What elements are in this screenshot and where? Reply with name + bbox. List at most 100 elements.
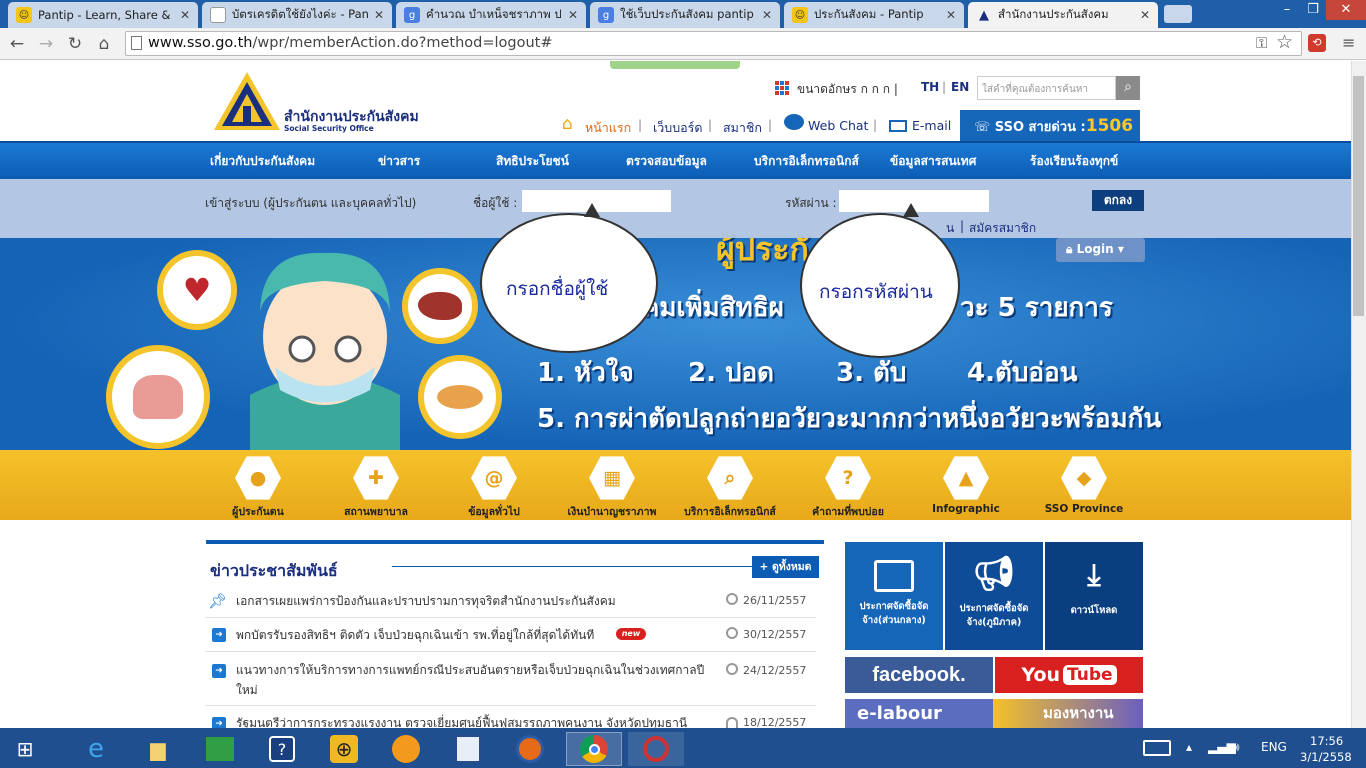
nav-benefits[interactable]: สิทธิประโยชน์ [496,152,569,171]
search-icon[interactable]: ⌕ [1116,76,1140,100]
extension-icon[interactable]: ⟲ [1308,34,1326,52]
close-tab-icon[interactable]: ✕ [1140,8,1150,22]
tile-procurement-central[interactable]: ประกาศจัดซื้อจัดจ้าง(ส่วนกลาง) [845,542,943,650]
browser-tab[interactable]: g ใช้เว็บประกันสังคม pantip - คั ✕ [590,2,780,28]
chevron-up-icon[interactable]: ▴ [1186,740,1192,754]
page-info-icon[interactable] [131,36,142,50]
sso-logo[interactable] [212,70,282,132]
forward-arrow-icon[interactable]: → [36,34,56,54]
member-link[interactable]: สมาชิก [723,118,762,138]
home-icon[interactable]: ⌂ [94,34,114,54]
youtube-banner[interactable]: You Tube [995,657,1143,693]
help-icon[interactable]: ? [262,732,302,766]
reload-icon[interactable]: ↻ [65,34,85,54]
document-app-icon[interactable] [448,732,488,766]
internet-explorer-icon[interactable]: e [76,732,116,766]
nav-check-data[interactable]: ตรวจสอบข้อมูล [626,152,707,171]
nav-e-services[interactable]: บริการอิเล็กทรอนิกส์ [754,152,859,171]
quick-link-pension[interactable]: เงินบำนาญชราภาพ [552,503,672,520]
chrome-icon[interactable] [566,732,622,766]
e-labour-banner[interactable]: e-labour [845,699,993,728]
login-dropdown[interactable]: 🔒︎ Login ▾ [1056,238,1145,262]
font-size-control[interactable]: ขนาดอักษร ก ก ก | [797,80,898,99]
url-text[interactable]: www.sso.go.th/wpr/memberAction.do?method… [148,35,553,51]
chat-bubble-icon [784,114,804,130]
volume-icon[interactable]: 🔊︎ [1232,740,1240,755]
username-label: ชื่อผู้ใช้ : [473,196,518,210]
register-link[interactable]: สมัครสมาชิก [969,219,1036,238]
close-tab-icon[interactable]: ✕ [374,8,384,22]
news-item-link[interactable]: แนวทางการให้บริการทางการแพทย์กรณีประสบอั… [236,660,716,700]
pantip-smiley-icon: ☺ [792,7,808,23]
close-tab-icon[interactable]: ✕ [762,8,772,22]
file-explorer-icon[interactable]: ▆ [138,732,178,766]
megaphone-icon: 📢︎ [972,554,1016,594]
orange-app-icon[interactable] [386,732,426,766]
firefox-icon[interactable] [510,732,550,766]
restore-icon[interactable]: ❐ [1300,0,1326,20]
quick-link-e-services[interactable]: บริการอิเล็กทรอนิกส์ [670,503,790,520]
home-link[interactable]: หน้าแรก [585,118,631,138]
password-label: รหัสผ่าน : [785,196,837,210]
scrollbar-thumb[interactable] [1353,76,1364,316]
bookmark-star-icon[interactable]: ☆ [1276,31,1293,53]
forgot-password-link[interactable]: น [946,219,954,238]
nav-news[interactable]: ข่าวสาร [378,152,420,171]
font-size-icon [775,81,789,95]
nav-about[interactable]: เกี่ยวกับประกันสังคม [210,152,315,171]
browser-tab[interactable]: บัตรเครดิตใช้ยังไงค่ะ - Pantip ✕ [202,2,392,28]
facebook-banner[interactable]: facebook. [845,657,993,693]
snipping-tool-icon[interactable] [628,732,684,766]
job-search-banner[interactable]: มองหางาน [993,699,1143,728]
id-card-icon [874,560,914,592]
minimize-icon[interactable]: – [1274,0,1300,20]
quick-link-insured[interactable]: ผู้ประกันตน [198,503,318,520]
clock-time[interactable]: 17:56 [1310,734,1343,748]
input-language[interactable]: ENG [1261,740,1287,754]
keyboard-icon[interactable] [1143,740,1171,756]
close-tab-icon[interactable]: ✕ [946,8,956,22]
tile-download[interactable]: ⤓ ดาวน์โหลด [1045,542,1143,650]
email-link[interactable]: E-mail [912,118,951,133]
banner-line-3: 5. การผ่าตัดปลูกถ่ายอวัยวะมากกว่าหนึ่งอว… [537,404,1162,434]
heart-illustration: ♥ [157,250,237,330]
quick-link-hospital[interactable]: สถานพยาบาล [316,503,436,520]
nav-information[interactable]: ข้อมูลสารสนเทศ [890,152,976,171]
news-view-all-button[interactable]: + ดูทั้งหมด [752,556,819,578]
clock-date[interactable]: 3/1/2558 [1300,750,1352,764]
windows-start-icon[interactable]: ⊞ [5,732,45,766]
close-window-icon[interactable]: ✕ [1326,0,1366,20]
globe-app-icon[interactable]: ⊕ [324,732,364,766]
search-input[interactable]: ใส่คำที่คุณต้องการค้นหา [977,76,1116,100]
back-arrow-icon[interactable]: ← [7,34,27,54]
clock-icon [726,593,738,605]
key-icon[interactable]: ⚿ [1256,34,1267,52]
close-tab-icon[interactable]: ✕ [180,8,190,22]
browser-tab-active[interactable]: ▲ สำนักงานประกันสังคม ✕ [968,2,1158,28]
tile-procurement-regional[interactable]: 📢︎ ประกาศจัดซื้อจัดจ้าง(ภูมิภาค) [945,542,1043,650]
pancreas-illustration [418,355,502,439]
browser-tab[interactable]: ☺ ประกันสังคม - Pantip ✕ [784,2,964,28]
separator: | [638,118,643,132]
nav-complaints[interactable]: ร้องเรียนร้องทุกข์ [1030,152,1118,171]
banner-item-liver: 3. ตับ [836,358,907,388]
quick-link-infographic[interactable]: Infographic [906,503,1026,515]
quick-link-sso-province[interactable]: SSO Province [1024,503,1144,515]
lang-en-link[interactable]: EN [951,80,969,94]
news-item-link[interactable]: รัฐมนตรีว่าการกระทรวงแรงงาน ตรวจเยี่ยมศู… [236,713,716,728]
webboard-link[interactable]: เว็บบอร์ด [653,118,703,138]
store-icon[interactable] [200,732,240,766]
browser-tab[interactable]: ☺ Pantip - Learn, Share & Fu ✕ [8,2,198,28]
close-tab-icon[interactable]: ✕ [568,8,578,22]
quick-link-faq[interactable]: คำถามที่พบบ่อย [788,503,908,520]
hotline-box[interactable]: ☏ SSO สายด่วน :1506 [960,110,1140,141]
browser-tab[interactable]: g คำนวณ บำเหน็จชราภาพ ประกั ✕ [396,2,586,28]
login-ok-button[interactable]: ตกลง [1092,190,1144,211]
lang-th-link[interactable]: TH [921,80,939,94]
menu-icon[interactable]: ≡ [1342,33,1355,52]
webchat-link[interactable]: Web Chat [808,118,868,133]
quick-link-general-info[interactable]: ข้อมูลทั่วไป [434,503,554,520]
new-tab-button[interactable] [1164,5,1192,23]
news-item-link[interactable]: เอกสารเผยแพร่การป้องกันและปราบปรามการทุจ… [236,591,716,611]
tile-label: ประกาศจัดซื้อจัดจ้าง(ส่วนกลาง) [859,601,929,626]
